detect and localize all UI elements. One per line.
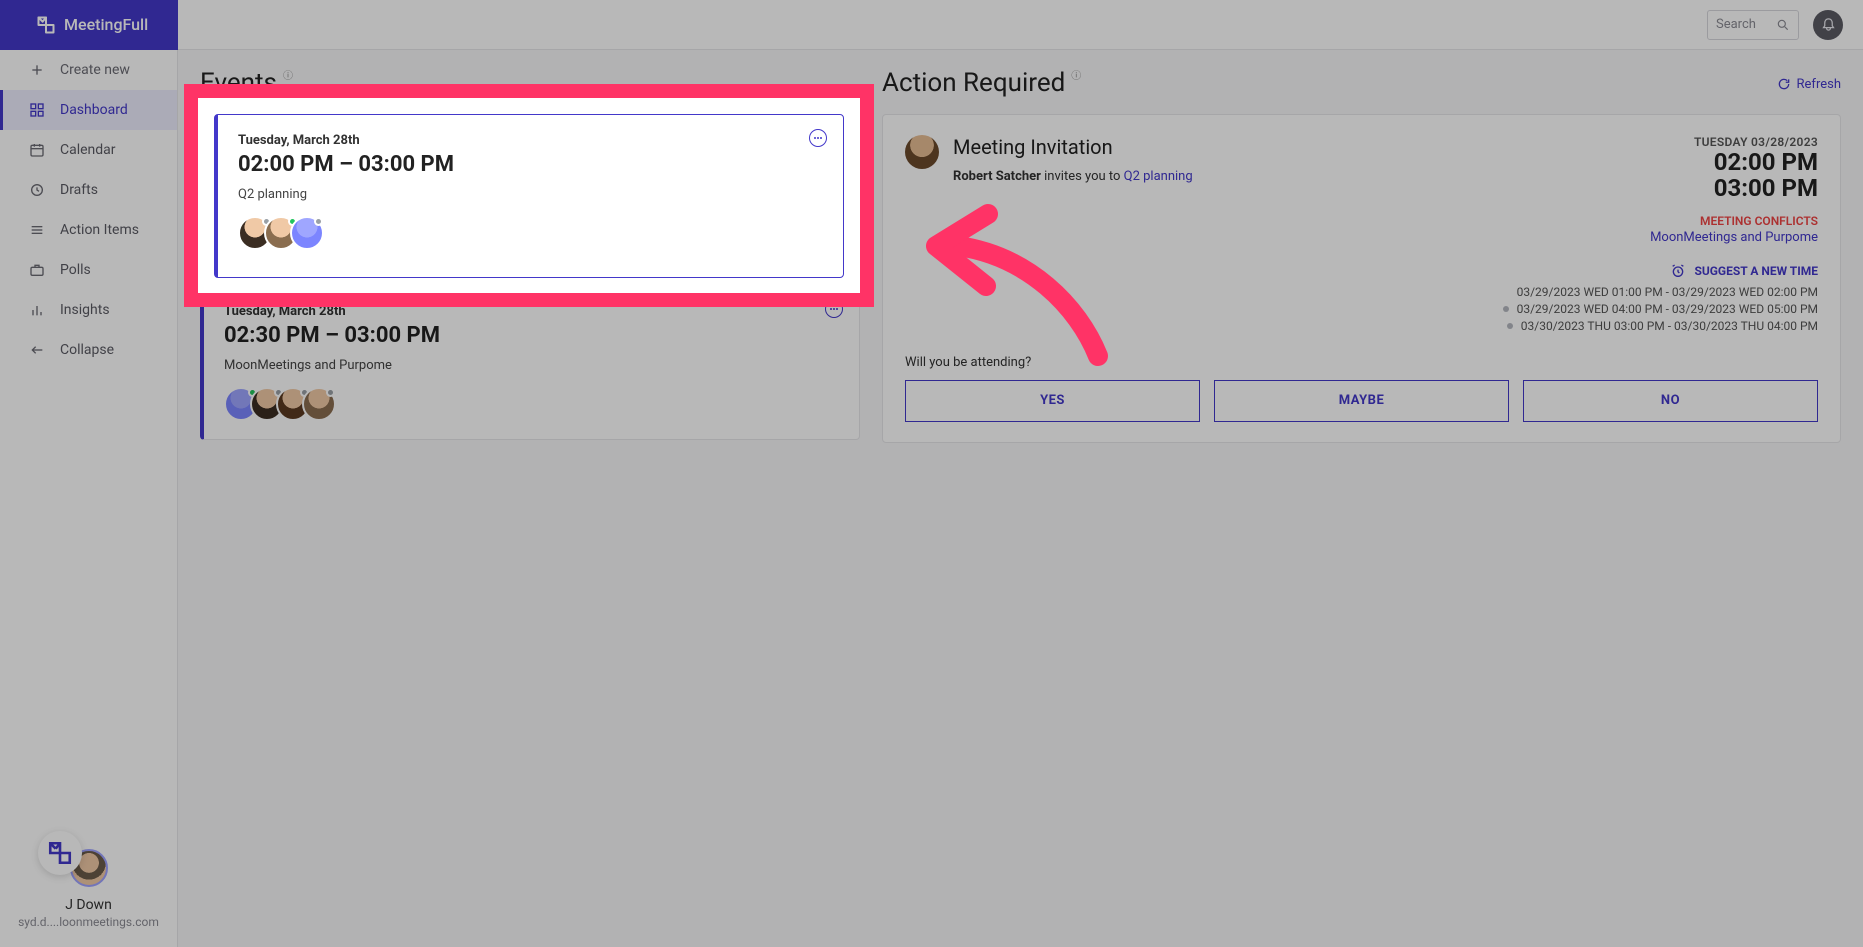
sidebar-item-insights[interactable]: Insights bbox=[0, 290, 177, 330]
sidebar-user: J Down syd.d....loonmeetings.com bbox=[0, 849, 177, 929]
events-heading-text: Events bbox=[200, 68, 277, 98]
sidebar-item-action-items[interactable]: Action Items bbox=[0, 210, 177, 250]
search-input[interactable]: Search bbox=[1707, 10, 1799, 40]
sidebar-item-label: Calendar bbox=[60, 142, 116, 158]
suggested-time-row[interactable]: 03/29/2023 WED 01:00 PM - 03/29/2023 WED… bbox=[905, 285, 1818, 299]
user-email: syd.d....loonmeetings.com bbox=[0, 915, 177, 929]
rsvp-yes-button[interactable]: YES bbox=[905, 380, 1200, 422]
info-icon[interactable]: ⓘ bbox=[1071, 67, 1081, 82]
event-card[interactable]: Tuesday, March 28th 02:00 PM – 03:00 PM … bbox=[214, 114, 844, 278]
invite-text: invites you to bbox=[1044, 169, 1120, 184]
refresh-icon bbox=[1777, 77, 1791, 91]
bell-icon bbox=[1821, 17, 1836, 32]
sidebar-item-label: Insights bbox=[60, 302, 110, 318]
rsvp-maybe-button[interactable]: MAYBE bbox=[1214, 380, 1509, 422]
event-card[interactable]: Tuesday, March 28th 02:30 PM – 03:00 PM … bbox=[200, 285, 860, 440]
sidebar-item-label: Collapse bbox=[60, 342, 114, 358]
event-date: Tuesday, March 28th bbox=[224, 304, 839, 319]
action-date: TUESDAY 03/28/2023 bbox=[1694, 135, 1818, 149]
suggest-label: SUGGEST A NEW TIME bbox=[1694, 264, 1818, 278]
highlight-wrap: Tuesday, March 28th 02:00 PM – 03:00 PM … bbox=[198, 98, 860, 293]
bar-chart-icon bbox=[28, 302, 46, 318]
brand[interactable]: MeetingFull bbox=[0, 0, 178, 50]
bullet-icon bbox=[1503, 306, 1509, 312]
sidebar-item-label: Drafts bbox=[60, 182, 98, 198]
sidebar-item-label: Dashboard bbox=[60, 102, 128, 118]
suggest-new-time-button[interactable]: SUGGEST A NEW TIME bbox=[905, 263, 1818, 279]
suggested-time-row[interactable]: 03/30/2023 THU 03:00 PM - 03/30/2023 THU… bbox=[905, 319, 1818, 333]
inviter-avatar[interactable] bbox=[905, 135, 939, 169]
topbar: MeetingFull Search bbox=[0, 0, 1863, 50]
sidebar: Create new Dashboard Calendar Drafts Act… bbox=[0, 50, 178, 947]
action-start-time: 02:00 PM bbox=[1694, 149, 1818, 175]
notifications-button[interactable] bbox=[1813, 10, 1843, 40]
invite-event-link[interactable]: Q2 planning bbox=[1124, 169, 1193, 184]
grid-icon bbox=[28, 102, 46, 118]
attendee-avatar[interactable] bbox=[302, 387, 336, 421]
alarm-icon bbox=[1670, 263, 1686, 279]
action-title: Meeting Invitation bbox=[953, 135, 1193, 159]
attend-question: Will you be attending? bbox=[905, 355, 1031, 370]
sidebar-item-label: Polls bbox=[60, 262, 91, 278]
briefcase-icon bbox=[28, 262, 46, 278]
app-badge-icon bbox=[38, 831, 82, 875]
conflict-event-link[interactable]: MoonMeetings and Purpome bbox=[905, 230, 1818, 245]
event-date: Tuesday, March 28th bbox=[238, 133, 823, 148]
brand-logo-icon bbox=[36, 15, 56, 35]
action-column: Action Required ⓘ Refresh Meeting Invita… bbox=[882, 68, 1841, 929]
refresh-label: Refresh bbox=[1797, 77, 1841, 92]
action-subtitle: Robert Satcher invites you to Q2 plannin… bbox=[953, 169, 1193, 184]
search-icon bbox=[1776, 18, 1790, 32]
suggested-times: 03/29/2023 WED 01:00 PM - 03/29/2023 WED… bbox=[905, 285, 1818, 333]
sidebar-item-polls[interactable]: Polls bbox=[0, 250, 177, 290]
sidebar-item-label: Create new bbox=[60, 62, 130, 78]
action-end-time: 03:00 PM bbox=[1694, 175, 1818, 201]
event-title: MoonMeetings and Purpome bbox=[224, 358, 839, 373]
refresh-button[interactable]: Refresh bbox=[1777, 77, 1841, 92]
sidebar-item-create-new[interactable]: Create new bbox=[0, 50, 177, 90]
bullet-icon bbox=[1507, 323, 1513, 329]
action-heading-text: Action Required bbox=[882, 68, 1065, 98]
event-more-button[interactable] bbox=[825, 300, 843, 318]
inviter-name: Robert Satcher bbox=[953, 169, 1041, 184]
search-placeholder: Search bbox=[1716, 17, 1756, 32]
conflict-label: MEETING CONFLICTS bbox=[905, 214, 1818, 228]
event-time: 02:30 PM – 03:00 PM bbox=[224, 323, 839, 348]
sidebar-item-dashboard[interactable]: Dashboard bbox=[0, 90, 177, 130]
brand-name: MeetingFull bbox=[64, 15, 148, 34]
event-attendees bbox=[224, 387, 839, 421]
list-icon bbox=[28, 222, 46, 238]
event-attendees bbox=[238, 216, 823, 250]
event-time: 02:00 PM – 03:00 PM bbox=[238, 152, 823, 177]
sidebar-item-collapse[interactable]: Collapse bbox=[0, 330, 177, 370]
sidebar-item-drafts[interactable]: Drafts bbox=[0, 170, 177, 210]
action-heading-row: Action Required ⓘ Refresh bbox=[882, 68, 1841, 98]
sidebar-item-label: Action Items bbox=[60, 222, 139, 238]
suggested-time-row[interactable]: 03/29/2023 WED 04:00 PM - 03/29/2023 WED… bbox=[905, 302, 1818, 316]
arrow-left-icon bbox=[28, 342, 46, 358]
event-more-button[interactable] bbox=[809, 129, 827, 147]
rsvp-no-button[interactable]: NO bbox=[1523, 380, 1818, 422]
event-title: Q2 planning bbox=[238, 187, 823, 202]
action-card: Meeting Invitation Robert Satcher invite… bbox=[882, 114, 1841, 443]
calendar-icon bbox=[28, 142, 46, 158]
info-icon[interactable]: ⓘ bbox=[283, 67, 293, 82]
attendee-avatar[interactable] bbox=[290, 216, 324, 250]
plus-icon bbox=[28, 62, 46, 78]
clock-icon bbox=[28, 182, 46, 198]
sidebar-item-calendar[interactable]: Calendar bbox=[0, 130, 177, 170]
events-heading: Events ⓘ bbox=[200, 68, 860, 98]
user-name: J Down bbox=[0, 897, 177, 913]
